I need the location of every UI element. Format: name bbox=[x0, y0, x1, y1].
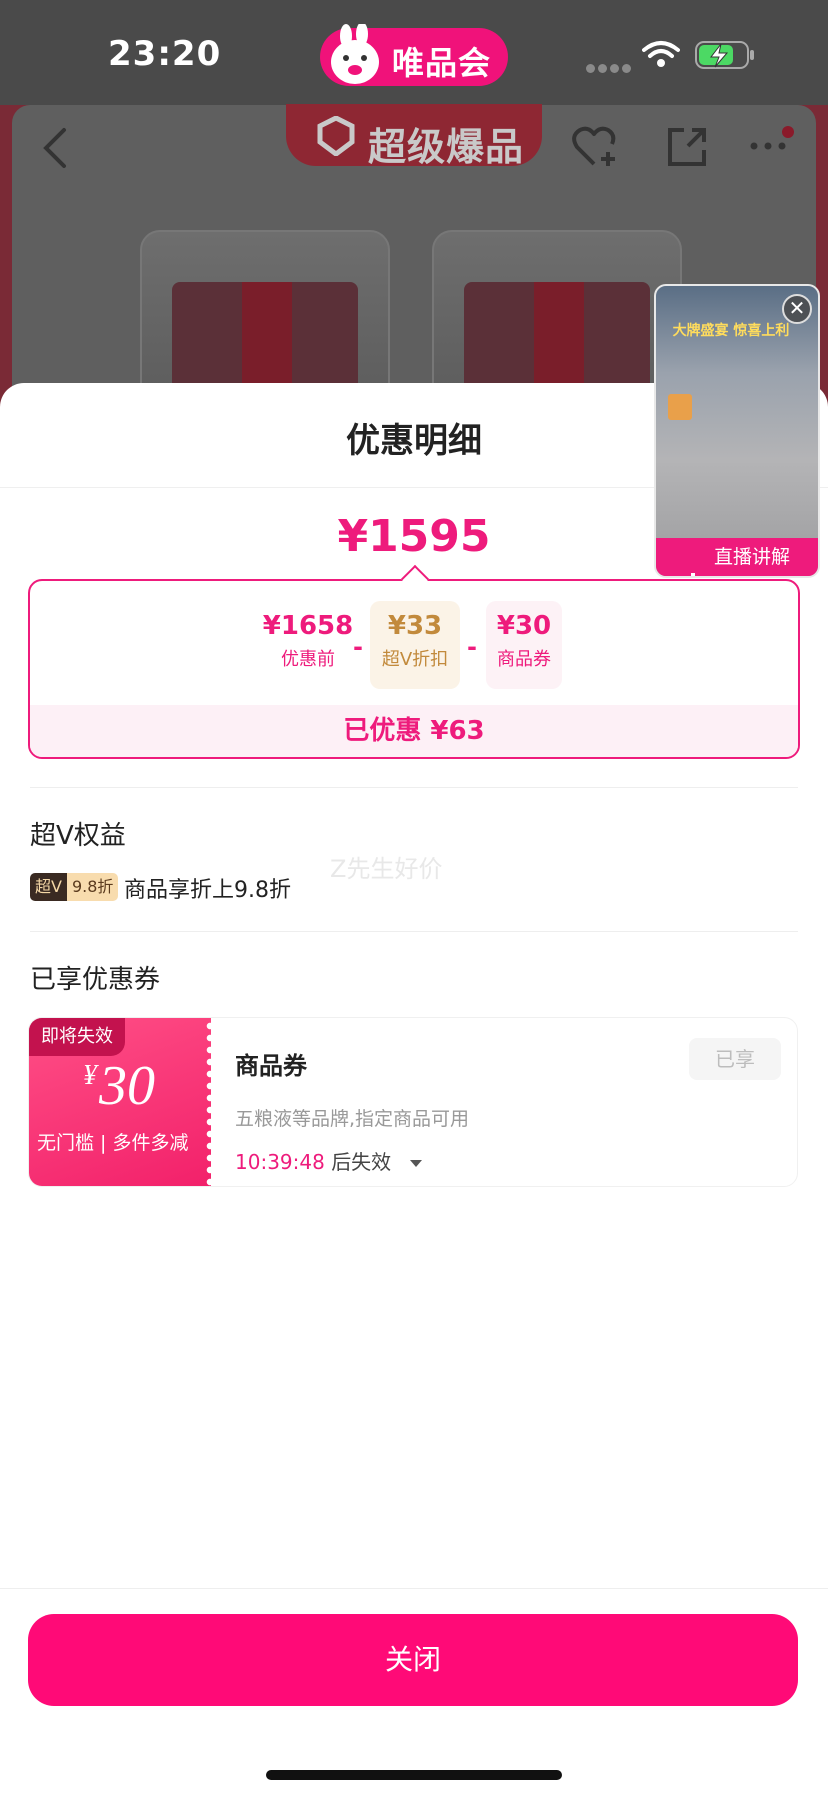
original-price-item: ¥1658 优惠前 bbox=[256, 601, 360, 689]
expiring-soon-tag: 即将失效 bbox=[29, 1018, 125, 1056]
live-explain-label: 直播讲解 bbox=[714, 546, 791, 568]
divider bbox=[30, 931, 798, 932]
super-hot-banner-text: 超级爆品 bbox=[368, 125, 525, 169]
coupon-amount: 30 bbox=[99, 1055, 155, 1117]
super-v-benefits-title: 超V权益 bbox=[30, 821, 126, 851]
coupon-value: ¥30 bbox=[83, 1054, 155, 1118]
coupon-value-panel: 即将失效 ¥30 无门槛 | 多件多减 bbox=[29, 1018, 211, 1186]
coupon-discount-item: ¥30 商品券 bbox=[486, 601, 562, 689]
wifi-icon bbox=[642, 41, 680, 67]
discount-detail-sheet: 优惠明细 ¥1595 ¥1658 优惠前 - ¥33 超V折扣 - ¥30 商品… bbox=[0, 383, 828, 1795]
coupon-scope: 五粮液等品牌,指定商品可用 bbox=[235, 1108, 470, 1130]
coupon-discount-amount: ¥30 bbox=[496, 611, 552, 641]
coupon-card[interactable]: 即将失效 ¥30 无门槛 | 多件多减 商品券 已享 五粮液等品牌,指定商品可用… bbox=[28, 1017, 798, 1187]
shield-logo-icon bbox=[317, 116, 355, 156]
coupon-currency: ¥ bbox=[83, 1060, 97, 1092]
status-bar: 23:20 唯品会 bbox=[0, 0, 828, 105]
original-price-label: 优惠前 bbox=[281, 649, 335, 670]
super-hot-banner: 超级爆品 bbox=[286, 104, 542, 169]
close-button[interactable]: 关闭 bbox=[28, 1614, 798, 1706]
super-v-badge-discount: 9.8折 bbox=[66, 873, 119, 901]
app-brand-pill: 唯品会 bbox=[320, 24, 508, 86]
home-indicator[interactable] bbox=[266, 1770, 562, 1780]
live-bars-icon bbox=[684, 551, 705, 576]
favorite-add-icon[interactable] bbox=[572, 124, 620, 168]
coupon-discount-label: 商品券 bbox=[497, 649, 551, 670]
status-time: 23:20 bbox=[108, 34, 222, 74]
live-explain-button[interactable]: 直播讲解 bbox=[656, 538, 818, 576]
coupon-perforation bbox=[205, 1018, 215, 1186]
coupon-status-button[interactable]: 已享 bbox=[689, 1038, 781, 1080]
price-breakdown-box: ¥1658 优惠前 - ¥33 超V折扣 - ¥30 商品券 已优惠 ¥63 bbox=[28, 579, 800, 759]
super-v-discount-amount: ¥33 bbox=[387, 611, 443, 641]
minus-operator: - bbox=[353, 633, 363, 661]
more-menu-icon[interactable] bbox=[748, 124, 798, 164]
coupon-condition: 无门槛 | 多件多减 bbox=[37, 1132, 189, 1154]
super-v-badge: 超V 9.8折 bbox=[30, 873, 119, 901]
coupon-name: 商品券 bbox=[235, 1052, 307, 1080]
watermark-text: Z先生好价 bbox=[330, 855, 443, 883]
super-v-badge-label: 超V bbox=[30, 873, 67, 901]
live-sign-image bbox=[668, 394, 692, 420]
coupon-expire-suffix: 后失效 bbox=[331, 1150, 392, 1174]
coupon-expiry[interactable]: 10:39:48 后失效 bbox=[235, 1146, 422, 1175]
share-icon[interactable] bbox=[664, 124, 710, 170]
used-coupons-title: 已享优惠券 bbox=[30, 965, 161, 995]
super-v-discount-label: 超V折扣 bbox=[381, 649, 449, 670]
super-v-discount-item: ¥33 超V折扣 bbox=[370, 601, 460, 689]
app-brand-name: 唯品会 bbox=[392, 44, 492, 82]
total-saved: 已优惠 ¥63 bbox=[30, 705, 798, 757]
cellular-signal-icon bbox=[586, 58, 634, 77]
coupon-countdown: 10:39:48 bbox=[235, 1150, 325, 1174]
divider bbox=[30, 787, 798, 788]
back-arrow-icon[interactable] bbox=[40, 126, 70, 170]
rabbit-mascot-icon bbox=[331, 24, 379, 84]
minus-operator: - bbox=[467, 633, 477, 661]
super-v-benefit-desc: 商品享折上9.8折 bbox=[124, 878, 291, 903]
live-overlay-title: 大牌盛宴 惊喜上利 bbox=[672, 323, 790, 339]
battery-charging-icon bbox=[695, 41, 754, 69]
live-video-window[interactable]: ✕ 大牌盛宴 惊喜上利 直播讲解 bbox=[654, 284, 820, 578]
chevron-down-icon[interactable] bbox=[409, 1160, 422, 1167]
divider bbox=[0, 1588, 828, 1589]
original-price-amount: ¥1658 bbox=[262, 611, 354, 641]
